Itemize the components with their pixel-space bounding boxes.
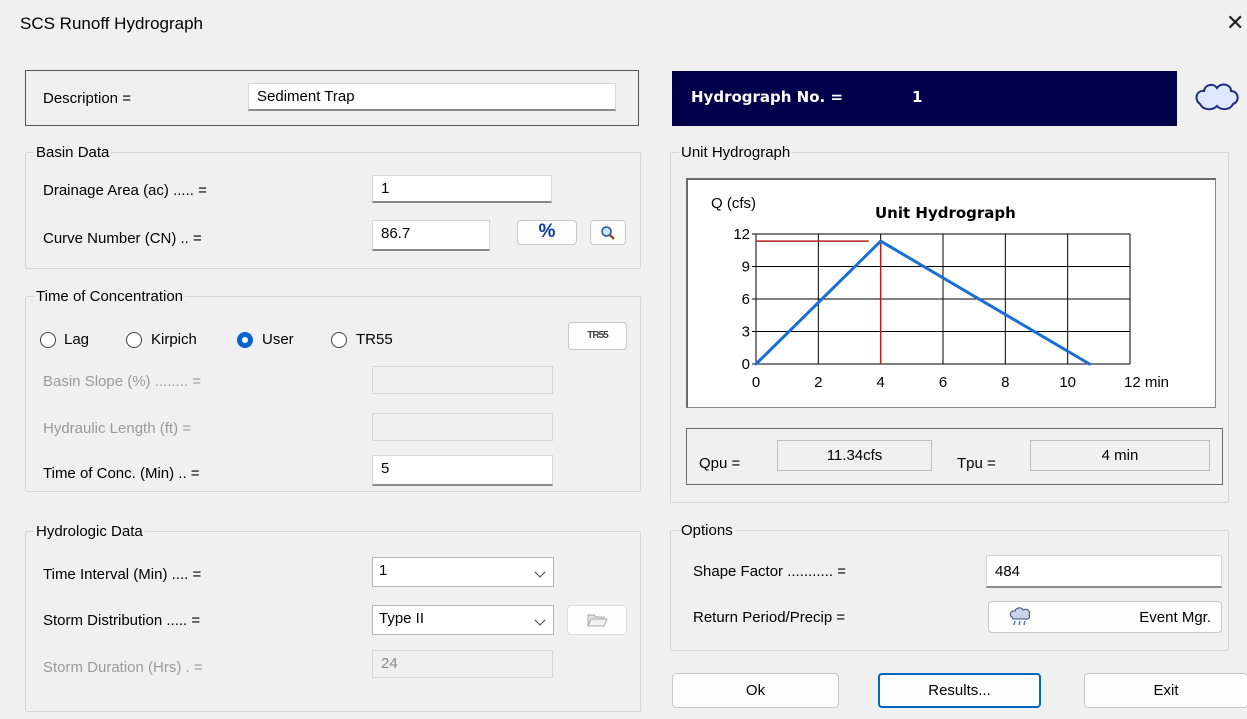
radio-lag-label[interactable]: Lag bbox=[64, 331, 89, 348]
time-interval-label: Time Interval (Min) .... = bbox=[43, 566, 202, 583]
chart-y-tick-label: 0 bbox=[742, 356, 750, 373]
time-of-conc-input[interactable]: 5 bbox=[372, 455, 553, 486]
time-interval-value: 1 bbox=[379, 562, 388, 579]
event-manager-label: Event Mgr. bbox=[1139, 609, 1211, 626]
shape-factor-label: Shape Factor ........... = bbox=[693, 563, 846, 580]
unit-hydrograph-chart: Q (cfs) Unit Hydrograph 0 2 4 6 8 10 12 min 0 3 6… bbox=[686, 178, 1216, 408]
tpu-label: Tpu = bbox=[957, 455, 996, 472]
ok-button[interactable]: Ok bbox=[672, 673, 839, 708]
chart-point bbox=[754, 362, 758, 366]
storm-duration-input[interactable]: 24 bbox=[372, 650, 553, 678]
curve-number-input[interactable]: 86.7 bbox=[372, 220, 490, 251]
chart-y-tick-label: 6 bbox=[742, 291, 750, 308]
hydrograph-number-value: 1 bbox=[912, 88, 923, 106]
storm-distribution-value: Type II bbox=[379, 610, 425, 627]
tr55-worksheet-button[interactable]: TR55 bbox=[568, 322, 627, 350]
time-interval-select[interactable]: 1 bbox=[372, 557, 554, 587]
chart-x-tick-label: 10 bbox=[1059, 374, 1076, 391]
curve-number-label: Curve Number (CN) .. = bbox=[43, 230, 202, 247]
results-button[interactable]: Results... bbox=[878, 673, 1041, 708]
unit-hydrograph-plot: Q (cfs) Unit Hydrograph 0 2 4 6 8 10 12 min 0 3 6… bbox=[711, 195, 1169, 391]
time-of-conc-label: Time of Conc. (Min) .. = bbox=[43, 465, 200, 482]
toc-legend: Time of Concentration bbox=[36, 288, 184, 305]
open-storm-file-button[interactable] bbox=[567, 605, 627, 635]
chart-y-tick-label: 3 bbox=[742, 324, 750, 341]
chart-y-tick-label: 9 bbox=[742, 259, 750, 276]
description-box: Description = Sediment Trap bbox=[25, 70, 639, 126]
unit-hydrograph-legend: Unit Hydrograph bbox=[681, 144, 791, 161]
chart-title: Unit Hydrograph bbox=[875, 204, 1016, 222]
hydrograph-number-label: Hydrograph No. = bbox=[691, 88, 844, 106]
folder-open-icon bbox=[587, 614, 608, 627]
radio-user[interactable] bbox=[237, 332, 253, 348]
hydrologic-data-legend: Hydrologic Data bbox=[36, 523, 143, 540]
description-input[interactable]: Sediment Trap bbox=[248, 83, 616, 111]
hydraulic-length-input[interactable] bbox=[372, 413, 553, 441]
chart-series-line bbox=[754, 239, 1091, 366]
radio-tr55[interactable] bbox=[331, 332, 347, 348]
storm-distribution-label: Storm Distribution ..... = bbox=[43, 612, 201, 629]
chart-x-tick-label: 4 bbox=[876, 374, 884, 391]
options-legend: Options bbox=[681, 522, 733, 539]
basin-slope-label: Basin Slope (%) ........ = bbox=[43, 373, 201, 390]
basin-slope-input[interactable] bbox=[372, 366, 553, 394]
percent-button[interactable]: % bbox=[517, 220, 577, 245]
chart-x-tick-label: 12 min bbox=[1124, 374, 1169, 391]
exit-button[interactable]: Exit bbox=[1084, 673, 1247, 708]
window-title: SCS Runoff Hydrograph bbox=[20, 14, 204, 33]
hydraulic-length-label: Hydraulic Length (ft) = bbox=[43, 420, 191, 437]
close-icon[interactable]: ✕ bbox=[1226, 10, 1244, 36]
hydrograph-number-banner: Hydrograph No. = 1 bbox=[672, 71, 1177, 126]
basin-data-group: Basin Data bbox=[25, 144, 641, 269]
tpu-value: 4 min bbox=[1030, 440, 1210, 471]
qpu-value: 11.34cfs bbox=[777, 440, 932, 471]
radio-lag[interactable] bbox=[40, 332, 56, 348]
chevron-down-icon bbox=[534, 614, 546, 626]
chart-x-tick-label: 6 bbox=[939, 374, 947, 391]
radio-user-label[interactable]: User bbox=[262, 331, 294, 348]
drainage-area-input[interactable]: 1 bbox=[372, 175, 552, 203]
chart-x-tick-label: 2 bbox=[814, 374, 822, 391]
chevron-down-icon bbox=[534, 566, 546, 578]
chart-x-tick-label: 0 bbox=[752, 374, 760, 391]
radio-kirpich-label[interactable]: Kirpich bbox=[151, 331, 197, 348]
chart-y-axis-label: Q (cfs) bbox=[711, 195, 756, 212]
chart-x-tick-label: 8 bbox=[1001, 374, 1009, 391]
storm-cloud-icon bbox=[1009, 607, 1031, 626]
chart-point bbox=[1087, 362, 1091, 366]
qpu-tpu-box: Qpu = 11.34cfs Tpu = 4 min bbox=[686, 428, 1223, 485]
storm-duration-label: Storm Duration (Hrs) . = bbox=[43, 659, 203, 676]
description-label: Description = bbox=[43, 90, 131, 107]
drainage-area-label: Drainage Area (ac) ..... = bbox=[43, 182, 207, 199]
shape-factor-input[interactable]: 484 bbox=[986, 555, 1222, 588]
storm-distribution-select[interactable]: Type II bbox=[372, 605, 554, 635]
magnifier-icon bbox=[601, 226, 615, 240]
chart-point bbox=[879, 239, 883, 243]
event-manager-button[interactable]: Event Mgr. bbox=[988, 601, 1222, 633]
qpu-label: Qpu = bbox=[699, 455, 741, 472]
cloud-icon bbox=[1195, 83, 1239, 111]
lookup-button[interactable] bbox=[590, 220, 626, 245]
return-period-label: Return Period/Precip = bbox=[693, 609, 846, 626]
radio-kirpich[interactable] bbox=[126, 332, 142, 348]
chart-y-tick-label: 12 bbox=[733, 226, 750, 243]
basin-data-legend: Basin Data bbox=[36, 144, 110, 161]
radio-tr55-label[interactable]: TR55 bbox=[356, 331, 393, 348]
